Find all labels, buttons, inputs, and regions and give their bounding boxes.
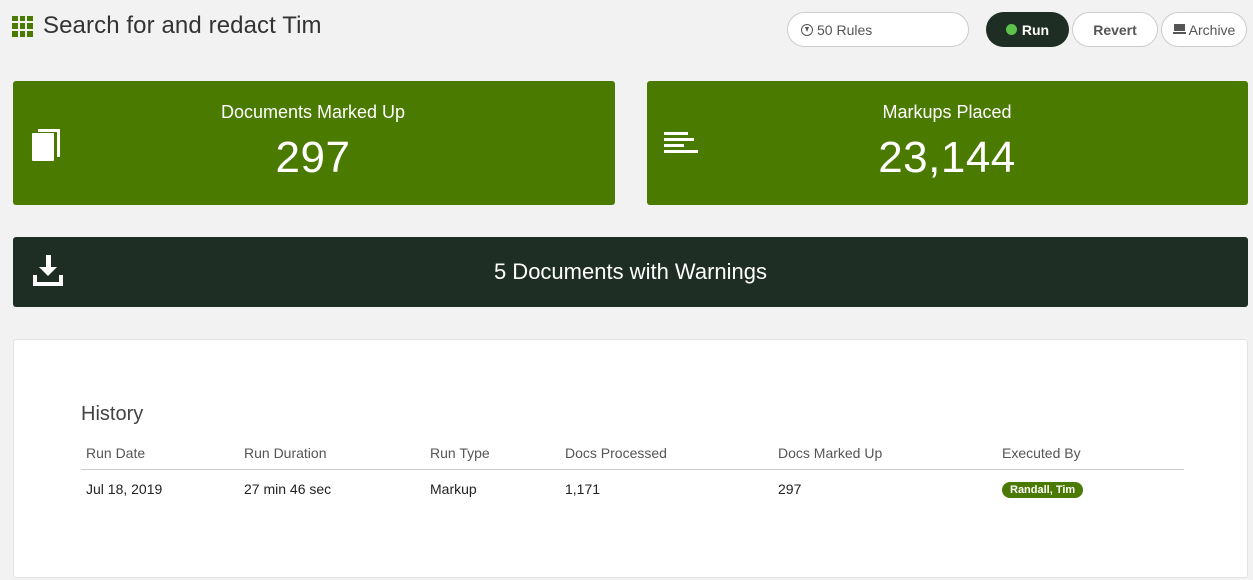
warnings-label: 5 Documents with Warnings — [493, 259, 768, 284]
download-icon — [33, 255, 63, 287]
column-header-docs-processed: Docs Processed — [560, 440, 773, 470]
documents-marked-up-value: 297 — [275, 133, 351, 182]
archive-button[interactable]: Archive — [1161, 12, 1247, 47]
executed-by-badge: Randall, Tim — [1002, 482, 1084, 498]
markups-placed-card: Markups Placed 23,144 — [647, 81, 1248, 205]
documents-with-warnings-bar[interactable]: 5 Documents with Warnings — [13, 237, 1248, 307]
markups-placed-label: Markups Placed — [882, 102, 1012, 122]
cell-run-type: Markup — [430, 481, 477, 497]
column-header-run-date: Run Date — [81, 440, 239, 470]
rules-label: 50 Rules — [817, 21, 873, 38]
rules-dropdown[interactable]: 50 Rules — [787, 12, 969, 47]
cell-docs-marked-up: 297 — [778, 481, 802, 497]
column-header-docs-marked-up: Docs Marked Up — [773, 440, 997, 470]
table-row: Jul 18, 2019 27 min 46 sec Markup 1,171 … — [81, 470, 1184, 505]
archive-label: Archive — [1188, 21, 1236, 38]
cell-run-date: Jul 18, 2019 — [86, 481, 163, 497]
history-title: History — [81, 403, 144, 425]
grid-icon[interactable] — [12, 15, 33, 37]
cell-executed-by: Randall, Tim — [997, 470, 1184, 505]
documents-marked-up-card: Documents Marked Up 297 — [13, 81, 615, 205]
column-header-run-duration: Run Duration — [239, 440, 425, 470]
revert-label: Revert — [1093, 21, 1137, 38]
run-label: Run — [1021, 21, 1050, 38]
toolbar: 50 Rules Run Revert Archive — [787, 12, 1247, 47]
run-status-dot — [1005, 24, 1017, 35]
history-header-row: Run Date Run Duration Run Type Docs Proc… — [81, 440, 1184, 470]
revert-button[interactable]: Revert — [1072, 12, 1158, 47]
column-header-executed-by: Executed By — [997, 440, 1184, 470]
history-panel: History Run Date Run Duration Run Type D… — [13, 339, 1248, 578]
documents-marked-up-label: Documents Marked Up — [220, 102, 406, 122]
history-table: Run Date Run Duration Run Type Docs Proc… — [81, 440, 1184, 504]
cell-docs-processed: 1,171 — [565, 481, 601, 497]
run-button[interactable]: Run — [986, 12, 1069, 47]
page-title: Search for and redact Tim — [43, 12, 322, 39]
cell-run-duration: 27 min 46 sec — [244, 481, 332, 497]
page-header: Search for and redact Tim — [12, 8, 322, 44]
markups-placed-value: 23,144 — [878, 133, 1016, 182]
arrow-circle-down-icon — [801, 23, 813, 36]
archive-icon — [1172, 24, 1186, 35]
column-header-run-type: Run Type — [425, 440, 560, 470]
